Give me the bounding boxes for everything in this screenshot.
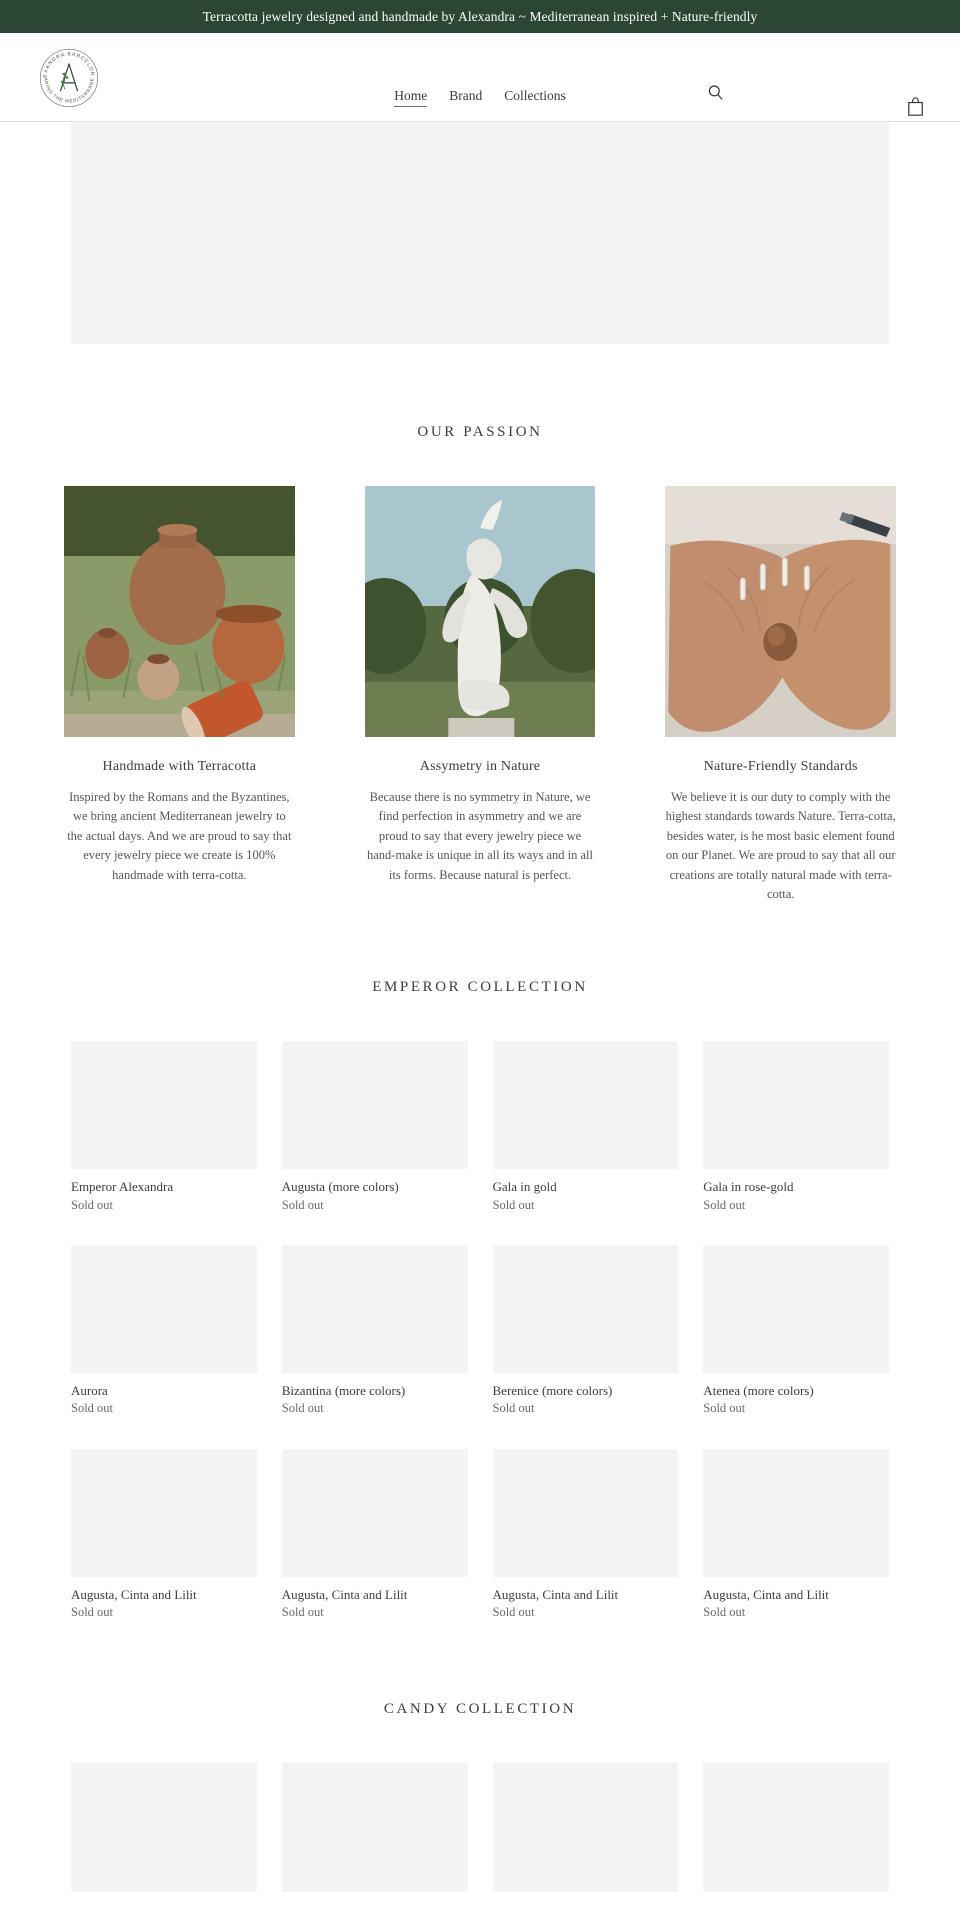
product-image [281, 1761, 468, 1892]
passion-text: We believe it is our duty to comply with… [665, 790, 896, 901]
product-image [703, 1761, 889, 1892]
product-price: Sold out [71, 1401, 114, 1416]
product-title: Augusta, Cinta and Lilit [492, 1587, 619, 1602]
product-card[interactable]: Augusta, Cinta and Lilit Sold out [703, 1449, 889, 1621]
product-title: Augusta, Cinta and Lilit [703, 1587, 829, 1602]
hands-jewelry-illustration [665, 486, 897, 737]
announcement-bar: Terracotta jewelry designed and handmade… [0, 0, 960, 33]
emperor-collection-title: EMPEROR COLLECTION [372, 979, 588, 996]
nav-item-collections[interactable]: Collections [504, 88, 566, 107]
product-title: Berenice (more colors) [492, 1383, 613, 1399]
product-price: Sold out [71, 1605, 114, 1620]
search-icon [708, 84, 722, 100]
passion-column: Handmade with Terracotta Inspired by the… [64, 486, 295, 904]
site-header: ALEXANDRA BARCELONA · SHARING THE MEDITE… [0, 33, 960, 122]
product-image [492, 1245, 679, 1374]
product-card[interactable] [281, 1761, 468, 1892]
announcement-text: Terracotta jewelry designed and handmade… [202, 8, 758, 24]
product-price: Sold out [703, 1401, 746, 1416]
product-image [281, 1245, 468, 1374]
product-price: Sold out [281, 1605, 324, 1620]
passion-heading: Assymetry in Nature [419, 759, 541, 774]
passion-columns: Handmade with Terracotta Inspired by the… [0, 486, 960, 904]
main-navigation: Home Brand Collections [0, 88, 960, 107]
product-image [281, 1041, 468, 1170]
our-passion-section: OUR PASSION Handmade with Terracotta Ins… [0, 344, 960, 904]
product-price: Sold out [703, 1605, 746, 1620]
product-card[interactable]: Emperor Alexandra Sold out [71, 1041, 257, 1213]
product-price: Sold out [281, 1401, 324, 1416]
passion-heading: Nature-Friendly Standards [703, 759, 858, 774]
product-card[interactable]: Augusta, Cinta and Lilit Sold out [281, 1449, 468, 1621]
product-card[interactable]: Bizantina (more colors) Sold out [281, 1245, 468, 1417]
cart-button[interactable] [902, 93, 928, 119]
product-title: Bizantina (more colors) [281, 1383, 406, 1399]
product-title: Gala in rose-gold [703, 1179, 794, 1195]
our-passion-title: OUR PASSION [417, 424, 543, 440]
product-image [703, 1245, 889, 1374]
hero-banner[interactable] [71, 122, 889, 344]
marble-statue-image [364, 486, 596, 737]
candy-collection-section: CANDY COLLECTION [0, 1621, 960, 1932]
product-card[interactable]: Augusta (more colors) Sold out [281, 1041, 468, 1213]
product-title: Emperor Alexandra [71, 1179, 174, 1195]
candy-product-grid [0, 1761, 960, 1892]
product-image [703, 1449, 889, 1577]
product-image [71, 1041, 257, 1170]
product-price: Sold out [71, 1197, 114, 1212]
emperor-product-grid: Emperor Alexandra Sold out Augusta (more… [0, 1041, 960, 1621]
terracotta-pots-image [64, 486, 295, 737]
candy-collection-title: CANDY COLLECTION [383, 1700, 577, 1717]
product-price: Sold out [492, 1197, 535, 1212]
hands-holding-jewelry-image [665, 486, 897, 737]
product-card[interactable] [703, 1761, 889, 1892]
passion-text: Because there is no symmetry in Nature, … [367, 790, 593, 882]
product-image [71, 1761, 257, 1892]
terracotta-pots-illustration [64, 486, 295, 737]
product-image [492, 1041, 679, 1170]
product-card[interactable]: Atenea (more colors) Sold out [703, 1245, 889, 1417]
passion-column: Nature-Friendly Standards We believe it … [665, 486, 897, 904]
product-image [703, 1041, 889, 1170]
emperor-collection-section: EMPEROR COLLECTION Emperor Alexandra Sol… [0, 904, 960, 1621]
product-title: Atenea (more colors) [703, 1383, 814, 1399]
product-card[interactable]: Gala in gold Sold out [492, 1041, 679, 1213]
page-content: OUR PASSION Handmade with Terracotta Ins… [0, 122, 960, 1932]
product-price: Sold out [281, 1197, 324, 1212]
product-title: Gala in gold [492, 1179, 557, 1195]
product-card[interactable]: Augusta, Cinta and Lilit Sold out [71, 1449, 257, 1621]
product-image [71, 1245, 257, 1374]
product-card[interactable]: Augusta, Cinta and Lilit Sold out [492, 1449, 679, 1621]
product-card[interactable] [71, 1761, 257, 1892]
nav-item-brand[interactable]: Brand [449, 88, 482, 107]
passion-heading: Handmade with Terracotta [102, 759, 257, 774]
product-price: Sold out [703, 1197, 746, 1212]
product-card[interactable]: Gala in rose-gold Sold out [703, 1041, 889, 1213]
search-button[interactable] [702, 79, 728, 105]
product-card[interactable]: Aurora Sold out [71, 1245, 257, 1417]
passion-column: Assymetry in Nature Because there is no … [364, 486, 596, 904]
marble-statue-illustration [364, 486, 596, 737]
product-price: Sold out [492, 1605, 535, 1620]
product-title: Augusta (more colors) [281, 1179, 399, 1195]
product-price: Sold out [492, 1401, 535, 1416]
product-image [492, 1449, 679, 1577]
passion-text: Inspired by the Romans and the Byzantine… [67, 790, 292, 882]
product-image [281, 1449, 468, 1577]
product-title: Aurora [71, 1383, 108, 1399]
nav-item-home[interactable]: Home [394, 88, 428, 107]
product-title: Augusta, Cinta and Lilit [71, 1587, 197, 1602]
product-card[interactable] [492, 1761, 679, 1892]
shopping-bag-icon [907, 96, 923, 116]
product-card[interactable]: Berenice (more colors) Sold out [492, 1245, 679, 1417]
product-image [492, 1761, 679, 1892]
product-image [71, 1449, 257, 1577]
product-title: Augusta, Cinta and Lilit [281, 1587, 408, 1602]
